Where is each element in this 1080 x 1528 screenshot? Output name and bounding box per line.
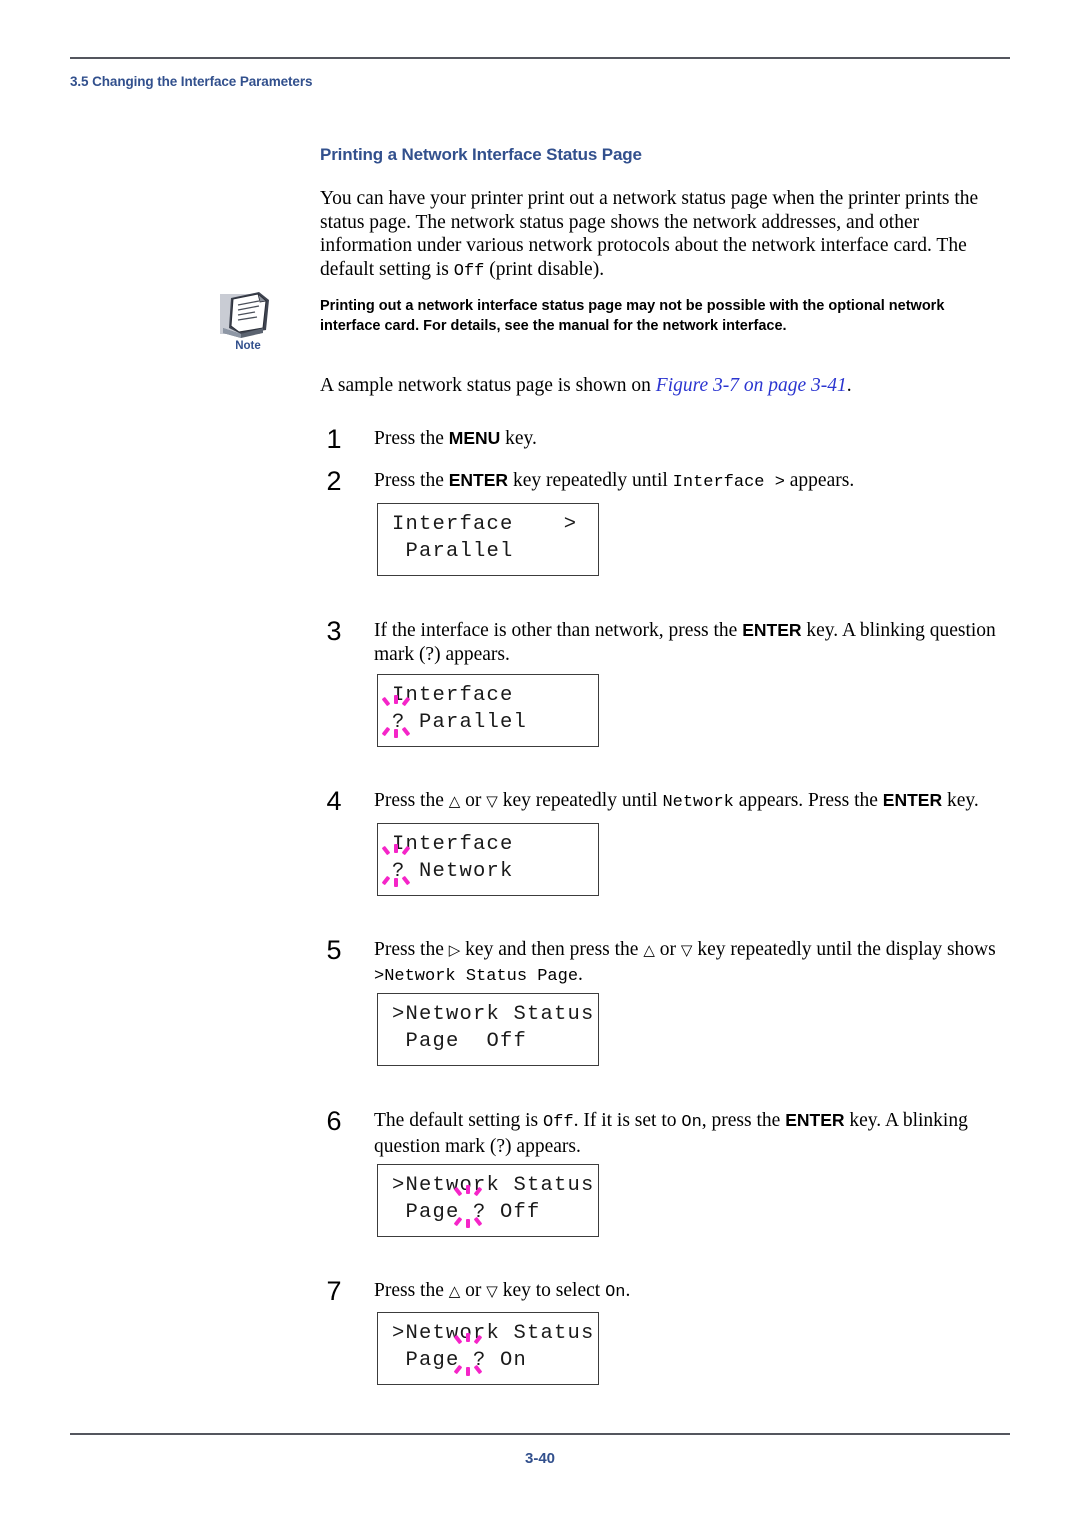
text-run-tri: ▽	[486, 792, 498, 810]
step-number: 3	[326, 616, 342, 646]
text-run-plain: Press the	[374, 1280, 449, 1301]
intro-paragraph: You can have your printer print out a ne…	[320, 187, 1010, 283]
page-number: 3-40	[524, 1450, 556, 1467]
xref-link[interactable]: Figure 3-7 on page 3-41	[656, 375, 847, 396]
text-run-plain: appears.	[784, 470, 855, 491]
lcd-line-1: >Network Status	[392, 1174, 595, 1197]
text-run-bold: ENTER	[882, 790, 943, 810]
step-text: Press the △ or ▽ key to select On.	[374, 1279, 1004, 1305]
lcd-line-2: Page ? On	[392, 1349, 528, 1372]
section-content: Printing a Network Interface Status Page…	[320, 145, 1010, 283]
display-network-status-page-query-off: >Network Status Page ? Off	[377, 1164, 599, 1237]
text-run-plain: key to select	[497, 1280, 606, 1301]
page-title: Printing a Network Interface Status Page	[320, 145, 642, 164]
lcd-line-2: Page ? Off	[392, 1201, 541, 1224]
text-run-bold: ENTER	[785, 1110, 845, 1130]
note-label: Note	[235, 340, 261, 352]
text-run-tri: ▽	[680, 941, 693, 959]
step-text: Press the △ or ▽ key repeatedly until Ne…	[374, 789, 1004, 815]
xref-trail: .	[846, 375, 852, 396]
intro-part-2: (print disable).	[484, 258, 605, 280]
text-run-plain: Press the	[374, 470, 449, 491]
text-run-mono: Network	[662, 793, 734, 812]
text-run-plain: .	[625, 1280, 631, 1301]
text-run-plain: The default setting is	[374, 1110, 543, 1131]
text-run-bold: ENTER	[448, 470, 509, 490]
intro-default-value: Off	[453, 261, 485, 281]
text-run-tri: ▽	[486, 1282, 498, 1300]
step-number: 5	[326, 935, 342, 965]
text-run-plain: key.	[942, 790, 979, 811]
step-number: 7	[326, 1276, 342, 1306]
lcd-line-1: Interface	[392, 513, 514, 536]
step-text: If the interface is other than network, …	[374, 619, 1004, 666]
lcd-line-2: Parallel	[392, 540, 514, 563]
text-run-plain: Press the	[374, 939, 449, 960]
text-run-mono: >Network Status Page	[374, 966, 579, 986]
note-icon-column: Note	[210, 288, 286, 352]
xref-lead: A sample network status page is shown on	[320, 375, 656, 396]
step-text: Press the ENTER key repeatedly until Int…	[374, 469, 1004, 495]
display-network-status-page-off: >Network Status Page Off	[377, 993, 599, 1066]
figure-crossreference: A sample network status page is shown on…	[320, 374, 852, 397]
text-run-plain: key repeatedly until	[497, 790, 663, 811]
text-run-plain: key.	[500, 428, 537, 449]
display-network-status-page-query-on: >Network Status Page ? On	[377, 1312, 599, 1385]
text-run-plain: . If it is set to	[573, 1110, 682, 1131]
lcd-line-2: ? Parallel	[392, 711, 528, 734]
manual-page: 3.5 Changing the Interface Parameters Pr…	[0, 0, 1080, 1528]
lcd-line-1-caret: >	[563, 513, 576, 536]
text-run-bold: ENTER	[742, 620, 802, 640]
text-run-plain: appears. Press the	[733, 790, 883, 811]
text-run-mono: On	[681, 1113, 702, 1132]
text-run-tri: △	[448, 1282, 461, 1300]
intro-part-1: You can have your printer print out a ne…	[320, 188, 979, 280]
lcd-line-2: Page Off	[392, 1030, 528, 1053]
step-number: 4	[326, 786, 342, 816]
text-run-plain: or	[460, 1280, 487, 1301]
lcd-line-2: ? Network	[392, 860, 514, 883]
text-run-plain: key repeatedly until	[508, 470, 673, 491]
text-run-tri: ▷	[448, 941, 461, 959]
text-run-plain: or	[654, 939, 681, 960]
text-run-plain: or	[460, 790, 487, 811]
running-head: 3.5 Changing the Interface Parameters	[70, 74, 313, 89]
text-run-mono: Interface >	[672, 473, 785, 492]
text-run-plain: If the interface is other than network, …	[374, 620, 743, 641]
text-run-tri: △	[643, 941, 655, 959]
step-text: The default setting is Off. If it is set…	[374, 1109, 1004, 1158]
lcd-line-1: >Network Status	[392, 1322, 595, 1345]
footer-divider	[70, 1433, 1010, 1435]
text-run-bold: MENU	[448, 428, 501, 448]
lcd-line-1: >Network Status	[392, 1003, 595, 1026]
text-run-plain: key repeatedly until the display shows	[692, 939, 996, 960]
lcd-line-1: Interface	[392, 684, 514, 707]
step-number: 1	[326, 424, 342, 454]
step-text: Press the ▷ key and then press the △ or …	[374, 938, 1004, 988]
text-run-plain: Press the	[374, 428, 449, 449]
text-run-tri: △	[448, 792, 461, 810]
text-run-plain: Press the	[374, 790, 449, 811]
step-number: 2	[326, 466, 342, 496]
note-book-icon	[220, 292, 269, 338]
display-interface-parallel-query: Interface ? Parallel	[377, 674, 599, 747]
display-interface-parallel: Interface > Parallel	[377, 503, 599, 576]
header-divider	[70, 57, 1010, 59]
display-interface-network-query: Interface ? Network	[377, 823, 599, 896]
step-text: Press the MENU key.	[374, 427, 1004, 451]
step-number: 6	[326, 1106, 342, 1136]
text-run-plain: , press the	[701, 1110, 786, 1131]
note-text: Printing out a network interface status …	[320, 298, 945, 334]
lcd-line-1: Interface	[392, 833, 514, 856]
text-run-mono: On	[605, 1283, 626, 1302]
text-run-plain: .	[578, 963, 583, 985]
text-run-mono: Off	[542, 1113, 574, 1132]
text-run-plain: key and then press the	[460, 939, 644, 960]
